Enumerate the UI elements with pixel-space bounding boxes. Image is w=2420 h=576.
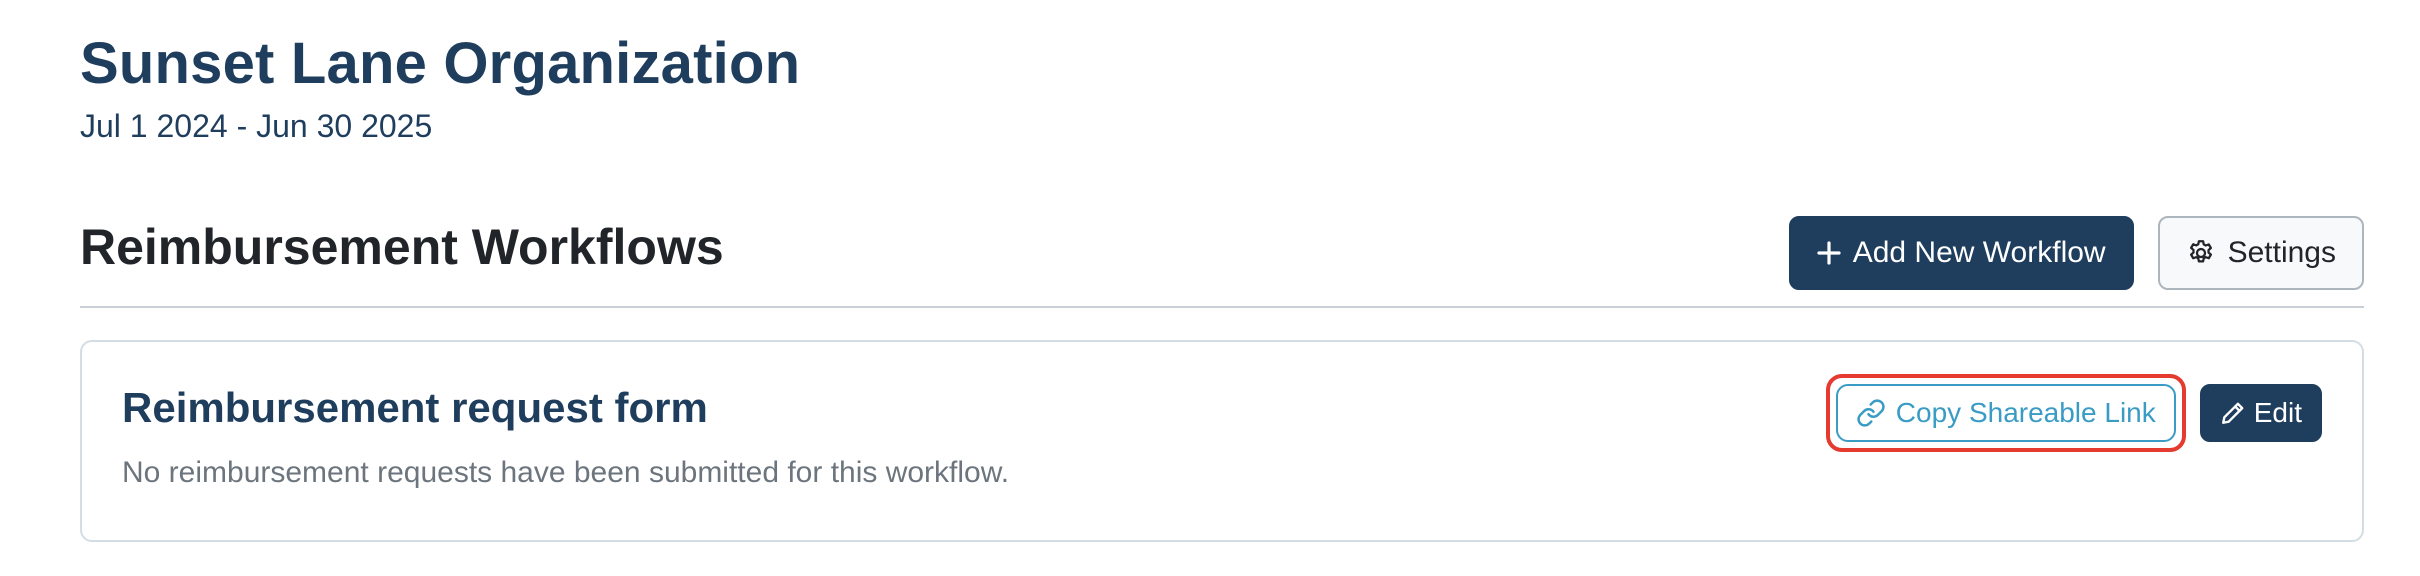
add-new-workflow-button[interactable]: Add New Workflow bbox=[1788, 216, 2134, 290]
workflow-title: Reimbursement request form bbox=[122, 384, 708, 431]
copy-shareable-link-label: Copy Shareable Link bbox=[1895, 397, 2156, 428]
highlight-annotation: Copy Shareable Link bbox=[1825, 374, 2186, 452]
settings-label: Settings bbox=[2227, 236, 2336, 269]
edit-label: Edit bbox=[2253, 397, 2302, 428]
workflow-status-text: No reimbursement requests have been subm… bbox=[122, 456, 1010, 489]
workflow-card: Reimbursement request form No reimbursem… bbox=[80, 340, 2364, 542]
edit-workflow-button[interactable]: Edit bbox=[2199, 384, 2322, 442]
gear-icon bbox=[2186, 238, 2216, 268]
copy-shareable-link-button[interactable]: Copy Shareable Link bbox=[1835, 384, 2176, 442]
plus-icon bbox=[1817, 241, 1841, 265]
section-title: Reimbursement Workflows bbox=[80, 219, 724, 275]
pencil-icon bbox=[2220, 400, 2246, 426]
section-actions: Add New Workflow Settings bbox=[1788, 216, 2364, 290]
add-new-workflow-label: Add New Workflow bbox=[1852, 236, 2106, 269]
organization-title: Sunset Lane Organization bbox=[80, 31, 801, 96]
fiscal-date-range: Jul 1 2024 - Jun 30 2025 bbox=[80, 108, 433, 144]
section-divider bbox=[80, 306, 2364, 308]
workflow-actions: Copy Shareable Link Edit bbox=[1825, 374, 2322, 452]
link-icon bbox=[1856, 398, 1886, 428]
settings-button[interactable]: Settings bbox=[2157, 216, 2364, 290]
